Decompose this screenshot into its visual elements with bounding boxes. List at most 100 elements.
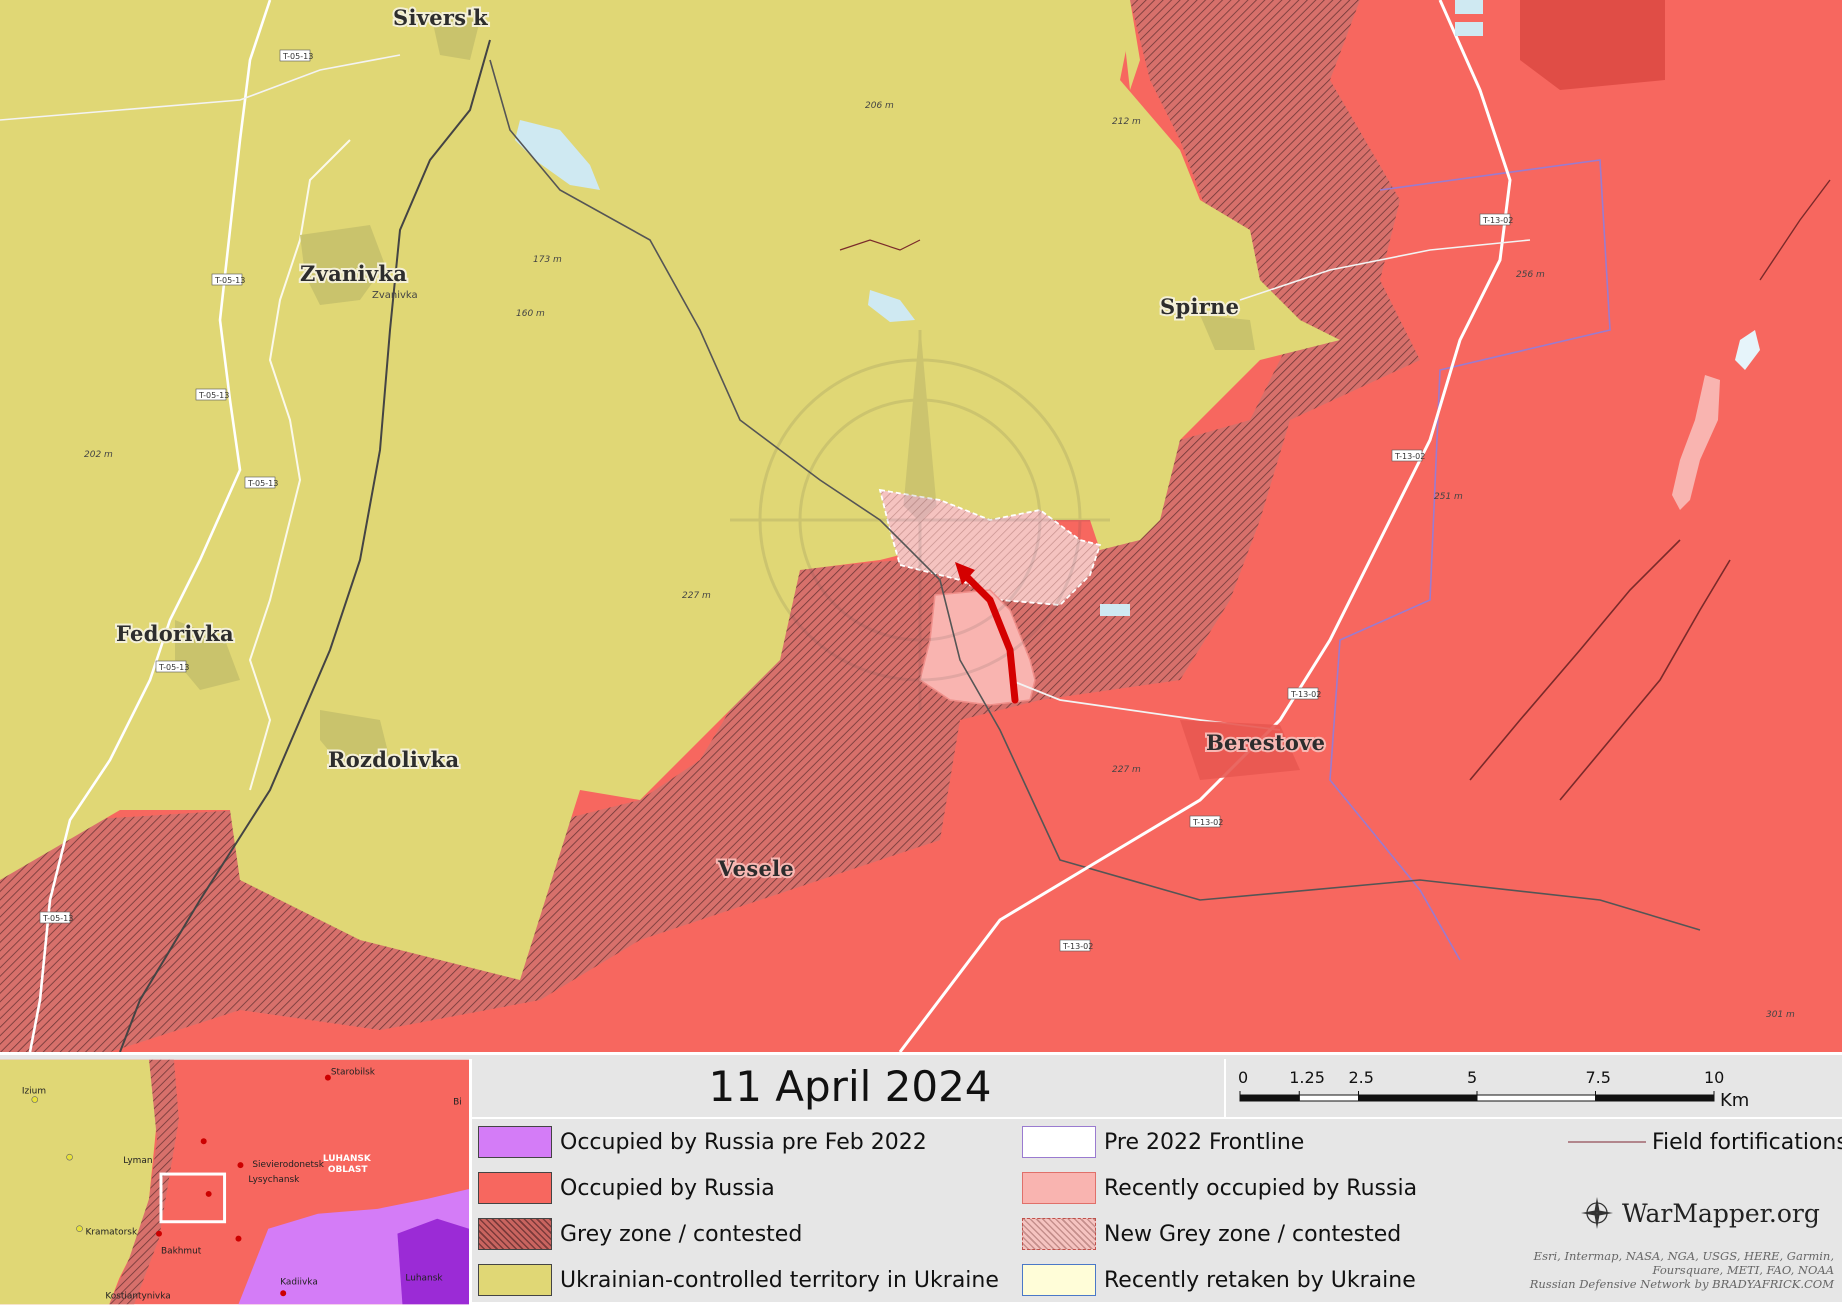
- elevation-label: 251 m: [1434, 492, 1463, 502]
- scale-segment: [1239, 1094, 1300, 1102]
- legend-label: Field fortifications: [1652, 1129, 1842, 1155]
- inset-label-kadiivka: Kadiivka: [280, 1277, 318, 1287]
- legend-pre2022-frontline: Pre 2022 Frontline: [1022, 1123, 1304, 1161]
- road-shield: T-13-02: [1189, 815, 1223, 828]
- svg-text:T-13-02: T-13-02: [1482, 216, 1513, 225]
- place-label-rozdolivka: Rozdolivka: [328, 747, 459, 772]
- legend-swatch: [1022, 1264, 1096, 1296]
- legend-swatch: [1022, 1172, 1096, 1204]
- legend-recently-occupied: Recently occupied by Russia: [1022, 1169, 1417, 1207]
- inset-city-marker: [31, 1096, 39, 1103]
- svg-text:T-05-13: T-05-13: [42, 914, 73, 923]
- inset-label-lysychansk: Lysychansk: [248, 1175, 300, 1185]
- legend-grey-zone: Grey zone / contested: [478, 1215, 802, 1253]
- inset-city-marker: [76, 1225, 83, 1232]
- inset-city-marker: [200, 1138, 207, 1145]
- attribution-line: Russian Defensive Network by BRADYAFRICK…: [1529, 1277, 1834, 1291]
- place-label-zvanivka: Zvanivka: [300, 261, 407, 286]
- legend-swatch: [478, 1218, 552, 1250]
- main-map[interactable]: T-05-13 T-05-13 T-05-13 T-05-13 T-05-13 …: [0, 0, 1842, 1052]
- road-shield: T-05-13: [244, 476, 278, 489]
- inset-label-luhansk-oblast: LUHANSK: [323, 1154, 372, 1164]
- inset-city-marker: [66, 1153, 73, 1161]
- svg-text:T-05-13: T-05-13: [214, 276, 245, 285]
- elevation-label: 212 m: [1112, 117, 1141, 127]
- road-shield: T-13-02: [1391, 449, 1425, 462]
- legend-occupied: Occupied by Russia: [478, 1169, 775, 1207]
- scale-tick-label: 0: [1238, 1068, 1248, 1087]
- legend-label: Pre 2022 Frontline: [1104, 1129, 1305, 1155]
- attribution-line: Esri, Intermap, NASA, NGA, USGS, HERE, G…: [1533, 1249, 1834, 1263]
- svg-text:T-05-13: T-05-13: [158, 663, 189, 672]
- road-shield: T-05-13: [39, 911, 73, 924]
- inset-label-luhansk-oblast: OBLAST: [328, 1165, 368, 1175]
- legend-field-fortifications: Field fortifications: [1566, 1123, 1842, 1161]
- inset-city-marker: [280, 1290, 287, 1297]
- elevation-label: 227 m: [682, 591, 711, 601]
- road-shield: T-05-13: [211, 273, 245, 286]
- scale-unit: Km: [1720, 1090, 1749, 1111]
- svg-text:T-13-02: T-13-02: [1394, 452, 1425, 461]
- legend-label: Occupied by Russia: [560, 1175, 775, 1201]
- legend-panel: Izium Lyman Kramatorsk Bakhmut Kostianty…: [0, 1052, 1842, 1305]
- legend-label: New Grey zone / contested: [1104, 1221, 1402, 1247]
- legend-label: Ukrainian-controlled territory in Ukrain…: [560, 1267, 999, 1293]
- legend-swatch: [1022, 1218, 1096, 1250]
- elevation-label: 301 m: [1766, 1010, 1795, 1020]
- scale-segment: [1298, 1094, 1359, 1102]
- scale-segment: [1476, 1094, 1596, 1102]
- inset-label-lyman: Lyman: [123, 1156, 152, 1166]
- scale-bar: 0 1.25 2.5 5 7.5 10 Km: [1238, 1068, 1749, 1111]
- brand-name: WarMapper.org: [1622, 1198, 1820, 1228]
- scale-tick-label: 7.5: [1586, 1068, 1611, 1087]
- inset-city-marker: [156, 1230, 162, 1237]
- place-label-fedorivka: Fedorivka: [116, 621, 234, 646]
- svg-text:T-13-02: T-13-02: [1192, 818, 1223, 827]
- scale-segment: [1358, 1094, 1478, 1102]
- road-shield: T-05-13: [155, 660, 189, 673]
- scale-tick-label: 1.25: [1289, 1068, 1325, 1087]
- inset-label-luhansk: Luhansk: [405, 1273, 443, 1283]
- legend-new-grey-zone: New Grey zone / contested: [1022, 1215, 1401, 1253]
- inset-city-marker: [237, 1162, 244, 1169]
- legend-swatch: [1022, 1126, 1096, 1158]
- place-label-siversk: Sivers'k: [393, 5, 488, 30]
- scale-tick-label: 2.5: [1349, 1068, 1374, 1087]
- legend-swatch: [478, 1172, 552, 1204]
- legend-label: Occupied by Russia pre Feb 2022: [560, 1129, 927, 1155]
- elevation-label: 173 m: [533, 255, 562, 265]
- place-label-berestove: Berestove: [1206, 730, 1325, 755]
- legend-recently-retaken: Recently retaken by Ukraine: [1022, 1261, 1416, 1299]
- legend-label: Grey zone / contested: [560, 1221, 803, 1247]
- place-label-zvanivka-small: Zvanivka: [372, 290, 418, 301]
- place-label-vesele: Vesele: [717, 856, 794, 881]
- inset-label-izium: Izium: [22, 1087, 46, 1097]
- water-tank: [1455, 0, 1483, 14]
- separator: [1224, 1059, 1226, 1117]
- elevation-label: 227 m: [1112, 765, 1141, 775]
- legend-fortification-line-icon: [1568, 1141, 1646, 1143]
- road-shield: T-05-13: [279, 49, 313, 62]
- legend-occupied-pre2022: Occupied by Russia pre Feb 2022: [478, 1123, 927, 1161]
- svg-text:T-05-13: T-05-13: [247, 479, 278, 488]
- inset-label-bi: Bi: [453, 1097, 462, 1107]
- inset-map[interactable]: Izium Lyman Kramatorsk Bakhmut Kostianty…: [0, 1059, 472, 1305]
- legend-swatch: [478, 1126, 552, 1158]
- place-label-spirne: Spirne: [1160, 294, 1239, 319]
- inset-city-marker: [205, 1190, 212, 1197]
- elevation-label: 160 m: [516, 309, 545, 319]
- legend-ukrainian: Ukrainian-controlled territory in Ukrain…: [478, 1261, 999, 1299]
- inset-label-sievierodonetsk: Sievierodonetsk: [252, 1160, 324, 1170]
- road-shield: T-13-02: [1059, 939, 1093, 952]
- road-shield: T-13-02: [1479, 213, 1513, 226]
- elevation-label: 256 m: [1516, 270, 1545, 280]
- map-date-title: 11 April 2024: [708, 1062, 992, 1111]
- brand: WarMapper.org: [1580, 1193, 1820, 1233]
- separator: [472, 1117, 1842, 1119]
- inset-pre2022-dark: [397, 1218, 469, 1305]
- road-shield: T-05-13: [195, 388, 229, 401]
- inset-label-bakhmut: Bakhmut: [161, 1247, 202, 1257]
- water-tank: [1455, 22, 1483, 36]
- inset-label-kramatorsk: Kramatorsk: [85, 1228, 137, 1238]
- inset-label-kostiantynivka: Kostiantynivka: [105, 1291, 170, 1301]
